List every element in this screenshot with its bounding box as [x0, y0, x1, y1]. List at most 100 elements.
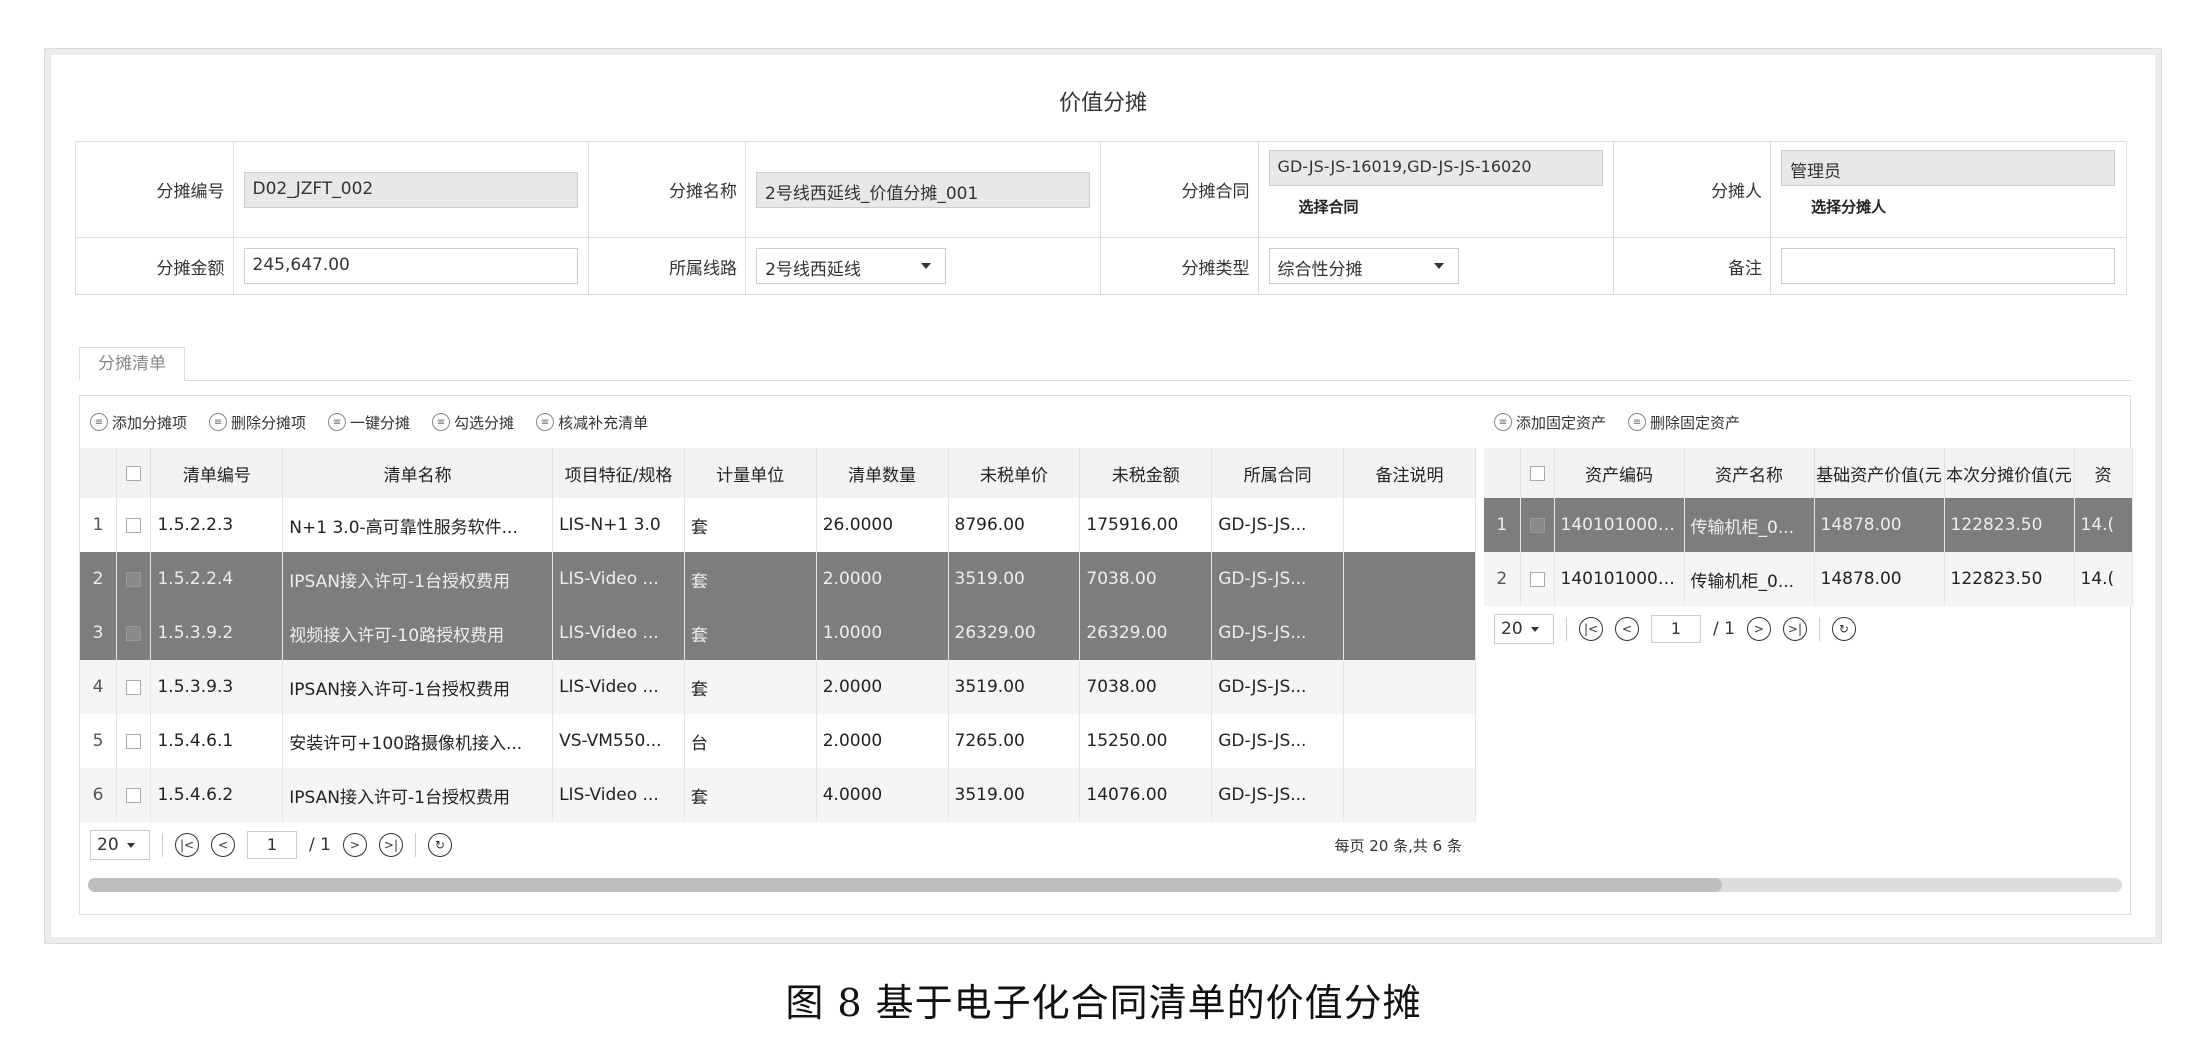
amount-field[interactable]: 245,647.00	[243, 248, 578, 284]
next-page-icon[interactable]: >	[1746, 617, 1771, 641]
refresh-icon[interactable]: ↻	[427, 833, 452, 857]
page-total: / 1	[1713, 619, 1735, 639]
page-size-select[interactable]: 20	[1494, 614, 1554, 644]
divider	[414, 833, 416, 857]
select-person-link[interactable]: 选择分摊人	[1781, 196, 2115, 217]
row-checkbox[interactable]	[1529, 517, 1545, 533]
table-row[interactable]: 5 1.5.4.6.1 安装许可+100路摄像机接入... VS-VM550... 台 2…	[80, 714, 1476, 768]
table-row[interactable]: 2 1401010000... 传输机柜_0... 14878.00 122823.50…	[1484, 552, 2133, 606]
figure-caption: 图 8 基于电子化合同清单的价值分摊	[785, 981, 1422, 1025]
row-checkbox-cell[interactable]	[116, 714, 152, 768]
table-cell: 4.0000	[816, 768, 949, 822]
delete-item-button[interactable]: ≡ 删除分摊项	[209, 412, 306, 433]
header-cell[interactable]: 未税单价	[948, 448, 1081, 498]
fixed-assets-table: 资产编码 资产名称 基础资产价值(元 本次分摊价值(元 资 1 140101000…	[1484, 448, 2133, 606]
select-contract-link[interactable]: 选择合同	[1269, 196, 1603, 217]
table-row[interactable]: 1 1401010000... 传输机柜_0... 14878.00 122823.50…	[1484, 498, 2133, 552]
row-checkbox-cell[interactable]	[116, 768, 152, 822]
table-cell: 26329.00	[1079, 606, 1213, 660]
table-cell: 2.0000	[816, 660, 949, 714]
table-cell: GD-JS-JS...	[1211, 714, 1345, 768]
header-cell[interactable]: 所属合同	[1211, 448, 1345, 498]
header-cell[interactable]: 基础资产价值(元	[1814, 448, 1945, 498]
row-checkbox[interactable]	[126, 625, 142, 641]
table-cell: 14878.00	[1814, 552, 1945, 606]
table-row[interactable]: 3 1.5.3.9.2 视频接入许可-10路授权费用 LIS-Video ... 套 1.…	[80, 606, 1476, 660]
person-field[interactable]: 管理员	[1781, 150, 2116, 186]
header-cell[interactable]: 未税金额	[1079, 448, 1213, 498]
row-checkbox-cell[interactable]	[1520, 498, 1555, 552]
first-page-icon[interactable]: |<	[175, 833, 199, 857]
table-cell: 175916.00	[1079, 498, 1213, 552]
table-cell: 8796.00	[948, 498, 1081, 552]
app-content: 价值分摊 分摊编号 D02_JZFT_002 分摊名称 2号线西延线_价值分摊_…	[51, 55, 2155, 937]
row-checkbox-cell[interactable]	[1520, 552, 1555, 606]
table-cell: 传输机柜_0...	[1684, 552, 1815, 606]
first-page-icon[interactable]: |<	[1579, 617, 1603, 641]
prev-page-icon[interactable]: <	[211, 833, 235, 857]
scrollbar-thumb[interactable]	[88, 878, 1722, 892]
table-cell: 传输机柜_0...	[1684, 498, 1815, 552]
table-row[interactable]: 1 1.5.2.2.3 N+1 3.0-高可靠性服务软件... LIS-N+1 3.0…	[80, 498, 1476, 552]
add-item-button[interactable]: ≡ 添加分摊项	[90, 412, 187, 433]
prev-page-icon[interactable]: <	[1615, 617, 1639, 641]
header-cell[interactable]	[116, 448, 152, 498]
header-cell[interactable]: 资	[2074, 448, 2133, 498]
table-row[interactable]: 4 1.5.3.9.3 IPSAN接入许可-1台授权费用 LIS-Video ... 套…	[80, 660, 1476, 714]
next-page-icon[interactable]: >	[342, 833, 367, 857]
table-row[interactable]: 2 1.5.2.2.4 IPSAN接入许可-1台授权费用 LIS-Video ... 套…	[80, 552, 1476, 606]
table-row[interactable]: 6 1.5.4.6.2 IPSAN接入许可-1台授权费用 LIS-Video ... 套…	[80, 768, 1476, 822]
reduce-supplement-button[interactable]: ≡ 核减补充清单	[536, 412, 648, 433]
header-cell[interactable]: 清单名称	[282, 448, 554, 498]
select-all-checkbox[interactable]	[1529, 465, 1545, 481]
row-checkbox[interactable]	[1529, 571, 1545, 587]
row-checkbox[interactable]	[126, 571, 142, 587]
row-checkbox-cell[interactable]	[116, 606, 152, 660]
header-cell[interactable]: 清单数量	[816, 448, 949, 498]
row-checkbox[interactable]	[126, 679, 142, 695]
type-select[interactable]: 综合性分摊	[1268, 248, 1459, 284]
select-all-checkbox[interactable]	[126, 465, 142, 481]
last-page-icon[interactable]: >|	[1782, 617, 1807, 641]
code-field[interactable]: D02_JZFT_002	[243, 171, 578, 208]
refresh-icon[interactable]: ↻	[1831, 617, 1856, 641]
allocation-form: 分摊编号 D02_JZFT_002 分摊名称 2号线西延线_价值分摊_001 分…	[75, 141, 2127, 295]
tab-allocation-list[interactable]: 分摊清单	[79, 347, 185, 381]
row-checkbox[interactable]	[126, 787, 142, 803]
delete-asset-button[interactable]: ≡ 删除固定资产	[1628, 412, 1740, 433]
page-total: / 1	[309, 835, 331, 855]
checked-allocate-button[interactable]: ≡ 勾选分摊	[432, 412, 514, 433]
add-item-label: 添加分摊项	[112, 413, 188, 432]
header-cell[interactable]: 资产编码	[1554, 448, 1685, 498]
table-cell: 1401010000...	[1554, 498, 1685, 552]
row-checkbox-cell[interactable]	[116, 498, 152, 552]
row-checkbox-cell[interactable]	[116, 660, 152, 714]
header-cell[interactable]: 清单编号	[150, 448, 284, 498]
header-cell[interactable]: 本次分摊价值(元	[1944, 448, 2075, 498]
contract-field[interactable]: GD-JS-JS-16019,GD-JS-JS-16020	[1268, 150, 1603, 186]
one-click-allocate-button[interactable]: ≡ 一键分摊	[328, 412, 410, 433]
add-asset-button[interactable]: ≡ 添加固定资产	[1494, 412, 1606, 433]
page-size-select[interactable]: 20	[90, 830, 150, 860]
line-cell: 2号线西延线	[746, 238, 1102, 294]
row-checkbox-cell[interactable]	[116, 552, 152, 606]
allocation-items-table: 清单编号 清单名称 项目特征/规格 计量单位 清单数量 未税单价 未税金额 所属…	[80, 448, 1476, 822]
page-number-input[interactable]: 1	[247, 831, 297, 859]
page-number-input[interactable]: 1	[1651, 615, 1701, 643]
list-icon: ≡	[432, 413, 451, 431]
header-cell[interactable]	[1520, 448, 1555, 498]
list-panel: ≡ 添加分摊项 ≡ 删除分摊项 ≡ 一键分摊 ≡ 勾选分摊 ≡ 核减补充清单 清…	[79, 395, 2133, 915]
row-checkbox[interactable]	[126, 733, 142, 749]
line-select[interactable]: 2号线西延线	[756, 248, 947, 284]
header-cell[interactable]: 资产名称	[1684, 448, 1815, 498]
header-cell[interactable]: 备注说明	[1343, 448, 1476, 498]
last-page-icon[interactable]: >|	[378, 833, 403, 857]
horizontal-scrollbar[interactable]	[88, 878, 2122, 892]
table-cell: 3519.00	[948, 768, 1081, 822]
row-checkbox[interactable]	[126, 517, 142, 533]
header-cell[interactable]: 项目特征/规格	[552, 448, 685, 498]
table-cell: 7265.00	[948, 714, 1081, 768]
remark-field[interactable]	[1781, 248, 2116, 284]
name-field[interactable]: 2号线西延线_价值分摊_001	[756, 171, 1091, 208]
header-cell[interactable]: 计量单位	[684, 448, 817, 498]
